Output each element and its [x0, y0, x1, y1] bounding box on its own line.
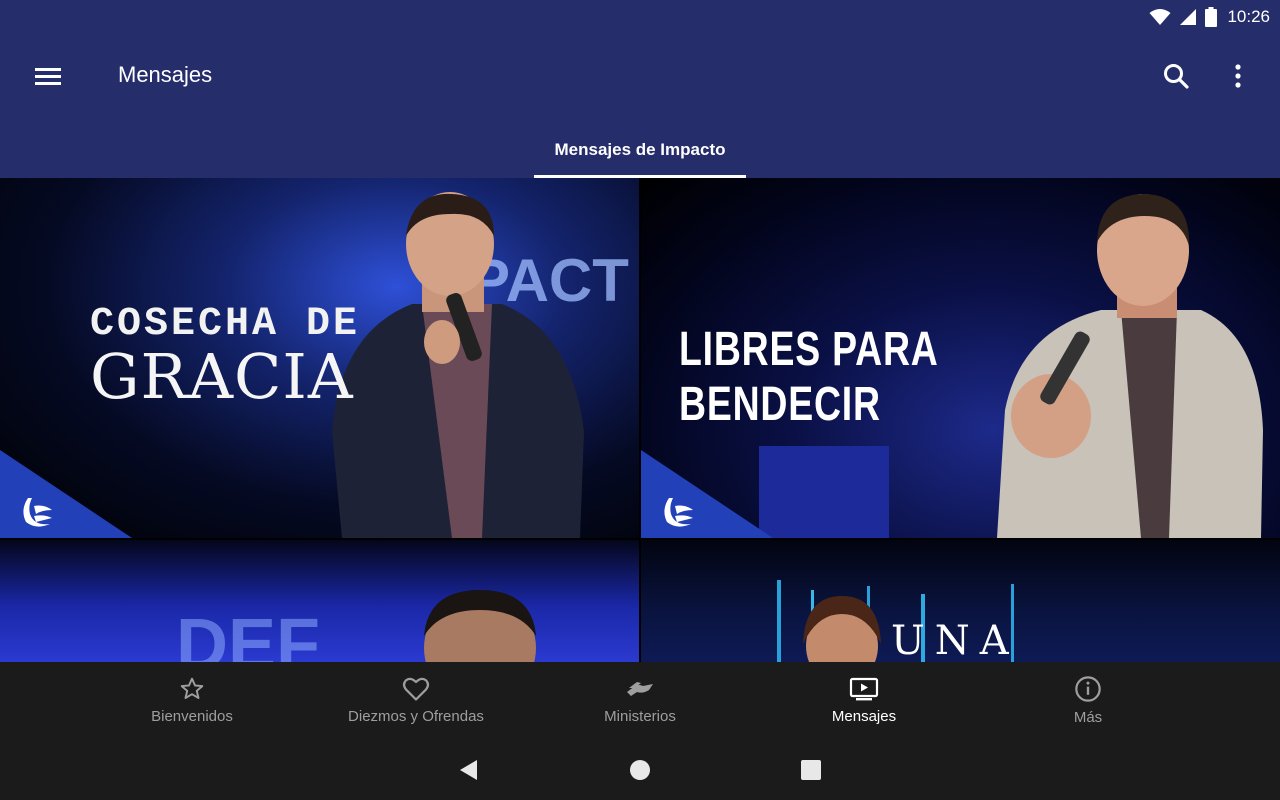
message-card[interactable]: DEF	[0, 540, 639, 662]
speaker-image	[803, 596, 881, 662]
message-title: LIBRES PARA BENDECIR	[679, 323, 938, 431]
message-card[interactable]: LIBRES PARA BENDECIR	[641, 178, 1280, 538]
home-icon	[630, 760, 650, 780]
heart-icon	[402, 677, 430, 701]
app-bar: Mensajes Mensajes de Impacto	[0, 34, 1280, 178]
nav-label: Ministerios	[604, 707, 676, 725]
nav-item-diezmos-y-ofrendas[interactable]: Diezmos y Ofrendas	[304, 662, 528, 738]
church-logo-icon	[664, 498, 693, 527]
back-button[interactable]	[454, 756, 482, 784]
recents-button[interactable]	[797, 756, 825, 784]
speaker-image	[332, 192, 584, 538]
search-icon	[1164, 64, 1189, 89]
status-time: 10:26	[1227, 7, 1270, 26]
tab-mensajes-de-impacto[interactable]: Mensajes de Impacto	[534, 122, 746, 178]
message-card[interactable]: UNA ORACION	[641, 540, 1280, 662]
stage-panel	[759, 446, 889, 538]
nav-item-ministerios[interactable]: Ministerios	[528, 662, 752, 738]
star-icon	[180, 677, 204, 699]
nav-item-mas[interactable]: Más	[976, 662, 1200, 738]
system-navigation-bar	[0, 738, 1280, 800]
page-title: Mensajes	[118, 62, 213, 87]
info-icon	[1075, 675, 1101, 702]
nav-label: Bienvenidos	[151, 707, 233, 725]
message-card[interactable]: PACT COSECHA DE GRACIA	[0, 178, 639, 538]
status-bar: 10:26	[0, 0, 1280, 34]
menu-icon	[35, 68, 61, 85]
wifi-icon	[1149, 9, 1171, 25]
more-options-button[interactable]	[1218, 56, 1258, 96]
back-icon	[460, 760, 477, 780]
message-title-line2: GRACIA	[90, 340, 354, 413]
recents-icon	[801, 760, 821, 780]
nav-label: Diezmos y Ofrendas	[348, 707, 484, 725]
bottom-navigation: Bienvenidos Diezmos y Ofrendas Ministeri…	[0, 662, 1280, 738]
messages-grid: PACT COSECHA DE GRACIA LIBRES PARA BENDE…	[0, 178, 1280, 662]
background-sign-text: DEF	[176, 605, 320, 662]
nav-item-bienvenidos[interactable]: Bienvenidos	[80, 662, 304, 738]
nav-item-mensajes[interactable]: Mensajes	[752, 662, 976, 738]
church-logo-icon	[23, 498, 52, 527]
video-icon	[849, 677, 879, 700]
speaker-image	[424, 590, 536, 662]
status-icons: 10:26	[1149, 5, 1270, 29]
message-title: UNA ORACION	[891, 618, 1019, 662]
handshake-icon	[627, 681, 653, 696]
nav-label: Mensajes	[831, 707, 897, 725]
home-button[interactable]	[626, 756, 654, 784]
search-button[interactable]	[1156, 56, 1196, 96]
nav-label: Más	[1073, 708, 1103, 726]
signal-icon	[1180, 9, 1197, 25]
more-vert-icon	[1235, 64, 1241, 88]
battery-icon	[1205, 7, 1218, 27]
menu-button[interactable]	[28, 58, 68, 94]
